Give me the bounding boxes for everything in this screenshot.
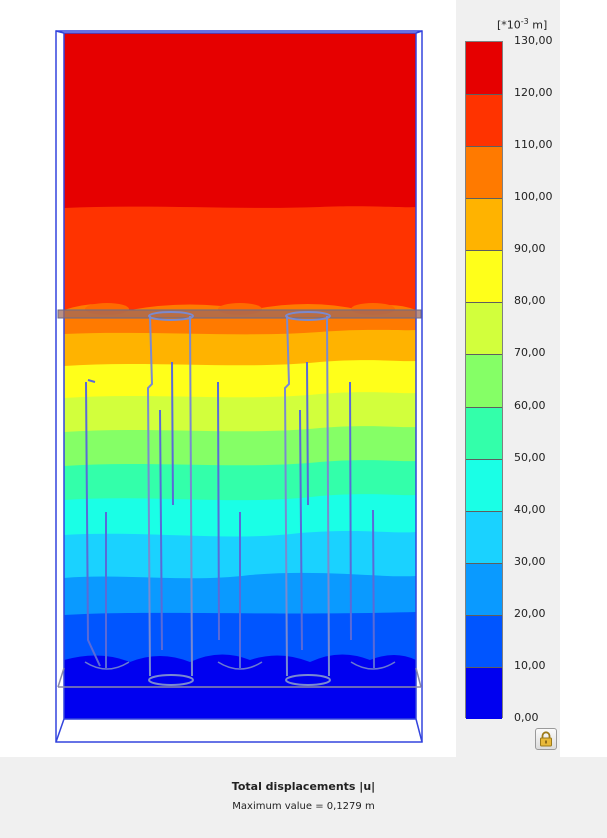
legend-tick-label: 0,00 bbox=[514, 711, 539, 724]
legend-tick-label: 40,00 bbox=[514, 502, 546, 516]
legend-unit-label: [*10-3 m] bbox=[497, 17, 547, 32]
legend-tick-label: 10,00 bbox=[514, 658, 546, 672]
legend-color-cell bbox=[466, 458, 502, 511]
caption-max-value: Maximum value = 0,1279 m bbox=[232, 801, 375, 812]
legend-tick-label: 110,00 bbox=[514, 138, 553, 152]
legend-color-cell bbox=[466, 614, 502, 667]
legend-color-cell bbox=[466, 406, 502, 459]
legend-color-cell bbox=[466, 250, 502, 303]
platform-slab bbox=[57, 309, 422, 319]
legend-unit-prefix: [*10 bbox=[497, 18, 521, 32]
legend-color-cell bbox=[466, 42, 502, 95]
legend-tick-label: 70,00 bbox=[514, 346, 546, 360]
displacement-contour-plot[interactable] bbox=[0, 0, 456, 757]
legend-color-cell bbox=[466, 198, 502, 251]
legend-tick-label: 60,00 bbox=[514, 398, 546, 412]
lock-legend-button[interactable] bbox=[535, 728, 557, 750]
legend-tick-label: 130,00 bbox=[514, 34, 553, 47]
legend-tick-label: 120,00 bbox=[514, 86, 553, 100]
legend-tick-label: 80,00 bbox=[514, 294, 546, 308]
lock-icon bbox=[540, 731, 552, 747]
legend-unit-exponent: -3 bbox=[520, 17, 529, 26]
model-viewport[interactable]: [*10-3 m] 130,00 120,00 110,00 100,00 90,00 8… bbox=[0, 0, 607, 757]
caption-title: Total displacements |u| bbox=[231, 780, 376, 793]
legend-color-cell bbox=[466, 146, 502, 199]
legend-unit-suffix: m] bbox=[528, 18, 548, 32]
legend-tick-label: 90,00 bbox=[514, 242, 546, 256]
legend-tick-label: 30,00 bbox=[514, 554, 546, 568]
legend-color-bar bbox=[465, 41, 503, 719]
legend-tick-label: 100,00 bbox=[514, 190, 553, 204]
caption-area: Total displacements |u| Maximum value = … bbox=[0, 757, 607, 838]
legend-color-cell bbox=[466, 94, 502, 147]
legend-color-cell bbox=[466, 510, 502, 563]
legend-tick-label: 20,00 bbox=[514, 606, 546, 620]
band-120-130 bbox=[64, 33, 416, 208]
legend-color-cell bbox=[466, 562, 502, 615]
legend-color-cell bbox=[466, 666, 502, 719]
legend-tick-label: 50,00 bbox=[514, 450, 546, 464]
legend-color-cell bbox=[466, 354, 502, 407]
legend-color-cell bbox=[466, 302, 502, 355]
